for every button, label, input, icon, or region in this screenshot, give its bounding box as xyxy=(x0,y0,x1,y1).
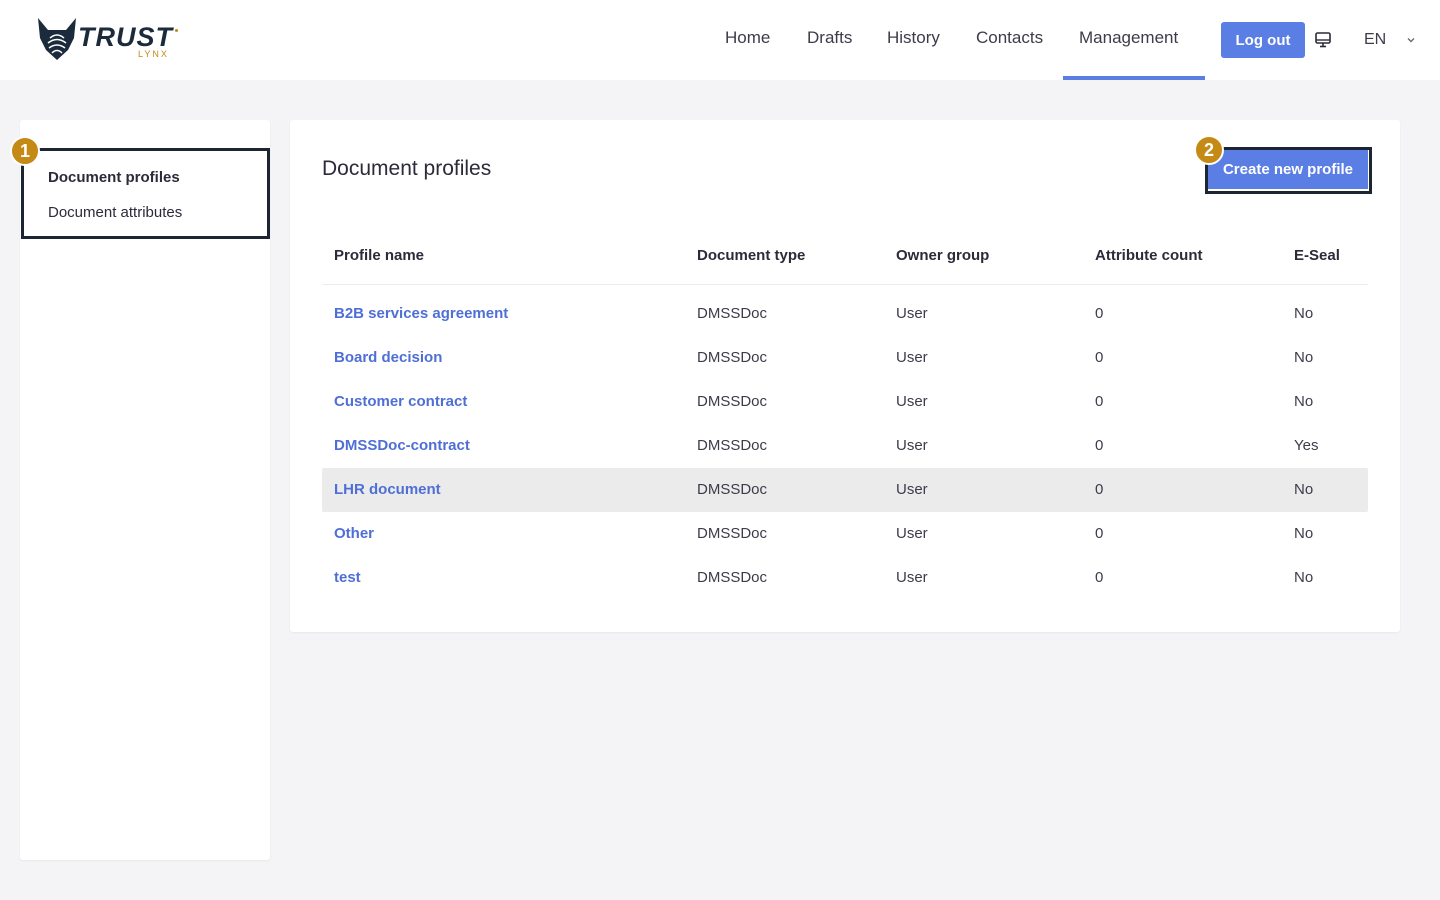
attribute-count-cell: 0 xyxy=(1095,569,1104,586)
owner-group-cell: User xyxy=(896,437,928,454)
chevron-down-icon[interactable] xyxy=(1405,34,1417,46)
table-row[interactable]: DMSSDoc-contract DMSSDoc User 0 Yes xyxy=(322,424,1368,468)
table-row[interactable]: test DMSSDoc User 0 No xyxy=(322,556,1368,600)
nav-drafts[interactable]: Drafts xyxy=(807,28,852,48)
table-row[interactable]: B2B services agreement DMSSDoc User 0 No xyxy=(322,292,1368,336)
table-row[interactable]: LHR document DMSSDoc User 0 No xyxy=(322,468,1368,512)
table-row[interactable]: Other DMSSDoc User 0 No xyxy=(322,512,1368,556)
trust-lynx-logo[interactable]: TRUST LYNX xyxy=(36,16,186,64)
nav-contacts[interactable]: Contacts xyxy=(976,28,1043,48)
owner-group-cell: User xyxy=(896,525,928,542)
nav-history[interactable]: History xyxy=(887,28,940,48)
column-header-e-seal[interactable]: E-Seal xyxy=(1294,247,1340,264)
sidebar-item-document-attributes[interactable]: Document attributes xyxy=(48,204,182,221)
owner-group-cell: User xyxy=(896,349,928,366)
e-seal-cell: No xyxy=(1294,481,1314,498)
nav-home[interactable]: Home xyxy=(725,28,770,48)
document-type-cell: DMSSDoc xyxy=(697,481,768,498)
attribute-count-cell: 0 xyxy=(1095,305,1104,322)
document-type-cell: DMSSDoc xyxy=(697,305,768,322)
language-selector[interactable]: EN xyxy=(1364,31,1386,49)
column-header-profile-name[interactable]: Profile name xyxy=(334,247,424,264)
e-seal-cell: No xyxy=(1294,525,1314,542)
owner-group-cell: User xyxy=(896,481,928,498)
e-seal-cell: No xyxy=(1294,305,1314,322)
monitor-icon[interactable] xyxy=(1314,31,1332,49)
step-badge-1: 1 xyxy=(10,136,40,166)
profile-name-link[interactable]: Other xyxy=(334,525,374,542)
profile-name-link[interactable]: DMSSDoc-contract xyxy=(334,437,470,454)
lynx-icon xyxy=(38,18,76,60)
attribute-count-cell: 0 xyxy=(1095,481,1104,498)
step-badge-2: 2 xyxy=(1194,135,1224,165)
document-type-cell: DMSSDoc xyxy=(697,569,768,586)
column-header-document-type[interactable]: Document type xyxy=(697,247,805,264)
logo-dot xyxy=(175,29,178,32)
document-type-cell: DMSSDoc xyxy=(697,393,768,410)
attribute-count-cell: 0 xyxy=(1095,437,1104,454)
table-row[interactable]: Customer contract DMSSDoc User 0 No xyxy=(322,380,1368,424)
attribute-count-cell: 0 xyxy=(1095,349,1104,366)
profile-name-link[interactable]: Board decision xyxy=(334,349,442,366)
document-type-cell: DMSSDoc xyxy=(697,525,768,542)
logo-subtitle: LYNX xyxy=(138,49,169,59)
document-type-cell: DMSSDoc xyxy=(697,437,768,454)
attribute-count-cell: 0 xyxy=(1095,525,1104,542)
profile-name-link[interactable]: B2B services agreement xyxy=(334,305,508,322)
active-nav-indicator xyxy=(1063,76,1205,80)
owner-group-cell: User xyxy=(896,569,928,586)
top-header: TRUST LYNX Home Drafts History Contacts … xyxy=(0,0,1440,80)
e-seal-cell: No xyxy=(1294,349,1314,366)
column-header-attribute-count[interactable]: Attribute count xyxy=(1095,247,1202,264)
create-new-profile-button[interactable]: Create new profile xyxy=(1208,150,1368,189)
column-header-owner-group[interactable]: Owner group xyxy=(896,247,989,264)
attribute-count-cell: 0 xyxy=(1095,393,1104,410)
document-type-cell: DMSSDoc xyxy=(697,349,768,366)
logout-button[interactable]: Log out xyxy=(1221,22,1305,58)
profile-name-link[interactable]: Customer contract xyxy=(334,393,467,410)
profile-name-link[interactable]: test xyxy=(334,569,361,586)
sidebar-highlight-box xyxy=(21,148,270,239)
table-header-divider xyxy=(322,284,1368,285)
e-seal-cell: Yes xyxy=(1294,437,1319,454)
nav-management[interactable]: Management xyxy=(1079,28,1178,48)
table-row[interactable]: Board decision DMSSDoc User 0 No xyxy=(322,336,1368,380)
sidebar-item-document-profiles[interactable]: Document profiles xyxy=(48,169,180,186)
e-seal-cell: No xyxy=(1294,569,1314,586)
owner-group-cell: User xyxy=(896,393,928,410)
owner-group-cell: User xyxy=(896,305,928,322)
page-title: Document profiles xyxy=(322,157,492,180)
profile-name-link[interactable]: LHR document xyxy=(334,481,441,498)
e-seal-cell: No xyxy=(1294,393,1314,410)
